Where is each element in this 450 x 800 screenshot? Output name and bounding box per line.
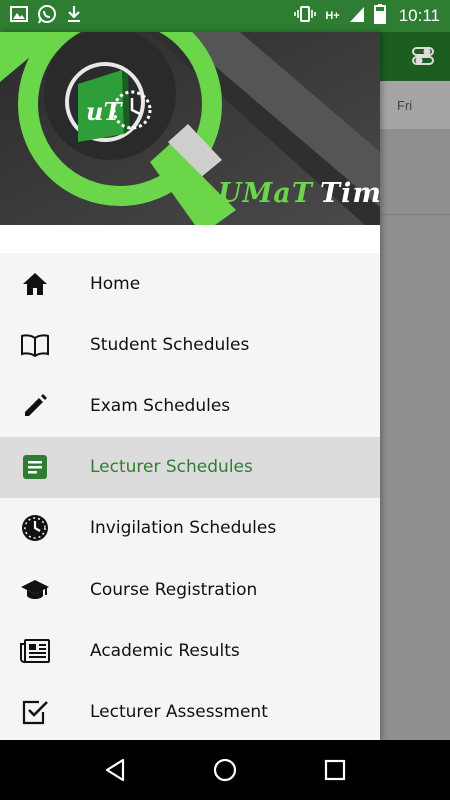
- menu-item-home[interactable]: Home: [0, 253, 380, 314]
- battery-icon: [373, 4, 386, 28]
- brand-part-umat: UMaT: [218, 178, 314, 209]
- drawer-menu: Home Student Schedules Exam Schedules Le…: [0, 253, 380, 740]
- menu-item-exam-schedules[interactable]: Exam Schedules: [0, 375, 380, 436]
- menu-item-label: Course Registration: [90, 579, 258, 600]
- clock-time: 10:11: [398, 6, 440, 25]
- menu-item-label: Student Schedules: [90, 334, 250, 355]
- menu-item-label: Exam Schedules: [90, 395, 231, 416]
- header-spacer: [0, 225, 380, 253]
- newspaper-icon: [19, 635, 51, 667]
- checkbox-icon: [19, 696, 51, 728]
- toggle-settings-icon[interactable]: [412, 45, 434, 71]
- menu-item-label: Lecturer Schedules: [90, 457, 253, 478]
- menu-item-label: Invigilation Schedules: [90, 518, 277, 539]
- brand-title: UMaTTimes: [218, 178, 380, 209]
- day-tabs: Fri: [380, 81, 450, 129]
- app-toolbar: [380, 32, 450, 81]
- recents-icon[interactable]: [315, 750, 355, 790]
- tab-fri[interactable]: Fri: [397, 98, 412, 113]
- navigation-drawer: uT UMaTTimes Home Student Schedules: [0, 32, 380, 740]
- graduation-cap-icon: [19, 574, 51, 606]
- gallery-icon: [10, 6, 28, 26]
- home-button-icon[interactable]: [205, 750, 245, 790]
- menu-item-lecturer-assessment[interactable]: Lecturer Assessment: [0, 681, 380, 740]
- menu-item-academic-results[interactable]: Academic Results: [0, 620, 380, 681]
- menu-item-course-registration[interactable]: Course Registration: [0, 559, 380, 620]
- book-icon: [19, 329, 51, 361]
- home-icon: [19, 268, 51, 300]
- background-app: Fri: [380, 32, 450, 740]
- network-type: H+: [325, 10, 340, 22]
- menu-item-label: Academic Results: [90, 640, 240, 661]
- system-nav-bar: [0, 740, 450, 800]
- menu-item-lecturer-schedules[interactable]: Lecturer Schedules: [0, 436, 380, 498]
- menu-item-label: Lecturer Assessment: [90, 701, 268, 722]
- download-icon: [66, 5, 82, 27]
- clock-icon: [19, 512, 51, 544]
- drawer-header: uT UMaTTimes: [0, 32, 380, 225]
- back-icon[interactable]: [95, 750, 135, 790]
- whatsapp-icon: [37, 4, 57, 28]
- menu-item-invigilation-schedules[interactable]: Invigilation Schedules: [0, 498, 380, 559]
- signal-icon: [349, 5, 365, 27]
- brand-part-times: Times: [320, 178, 380, 209]
- pencil-icon: [19, 390, 51, 422]
- document-icon: [19, 451, 51, 483]
- menu-item-student-schedules[interactable]: Student Schedules: [0, 314, 380, 375]
- divider: [380, 214, 450, 215]
- status-bar: H+ 10:11: [0, 0, 450, 32]
- menu-item-label: Home: [90, 273, 141, 294]
- vibrate-icon: [294, 5, 317, 27]
